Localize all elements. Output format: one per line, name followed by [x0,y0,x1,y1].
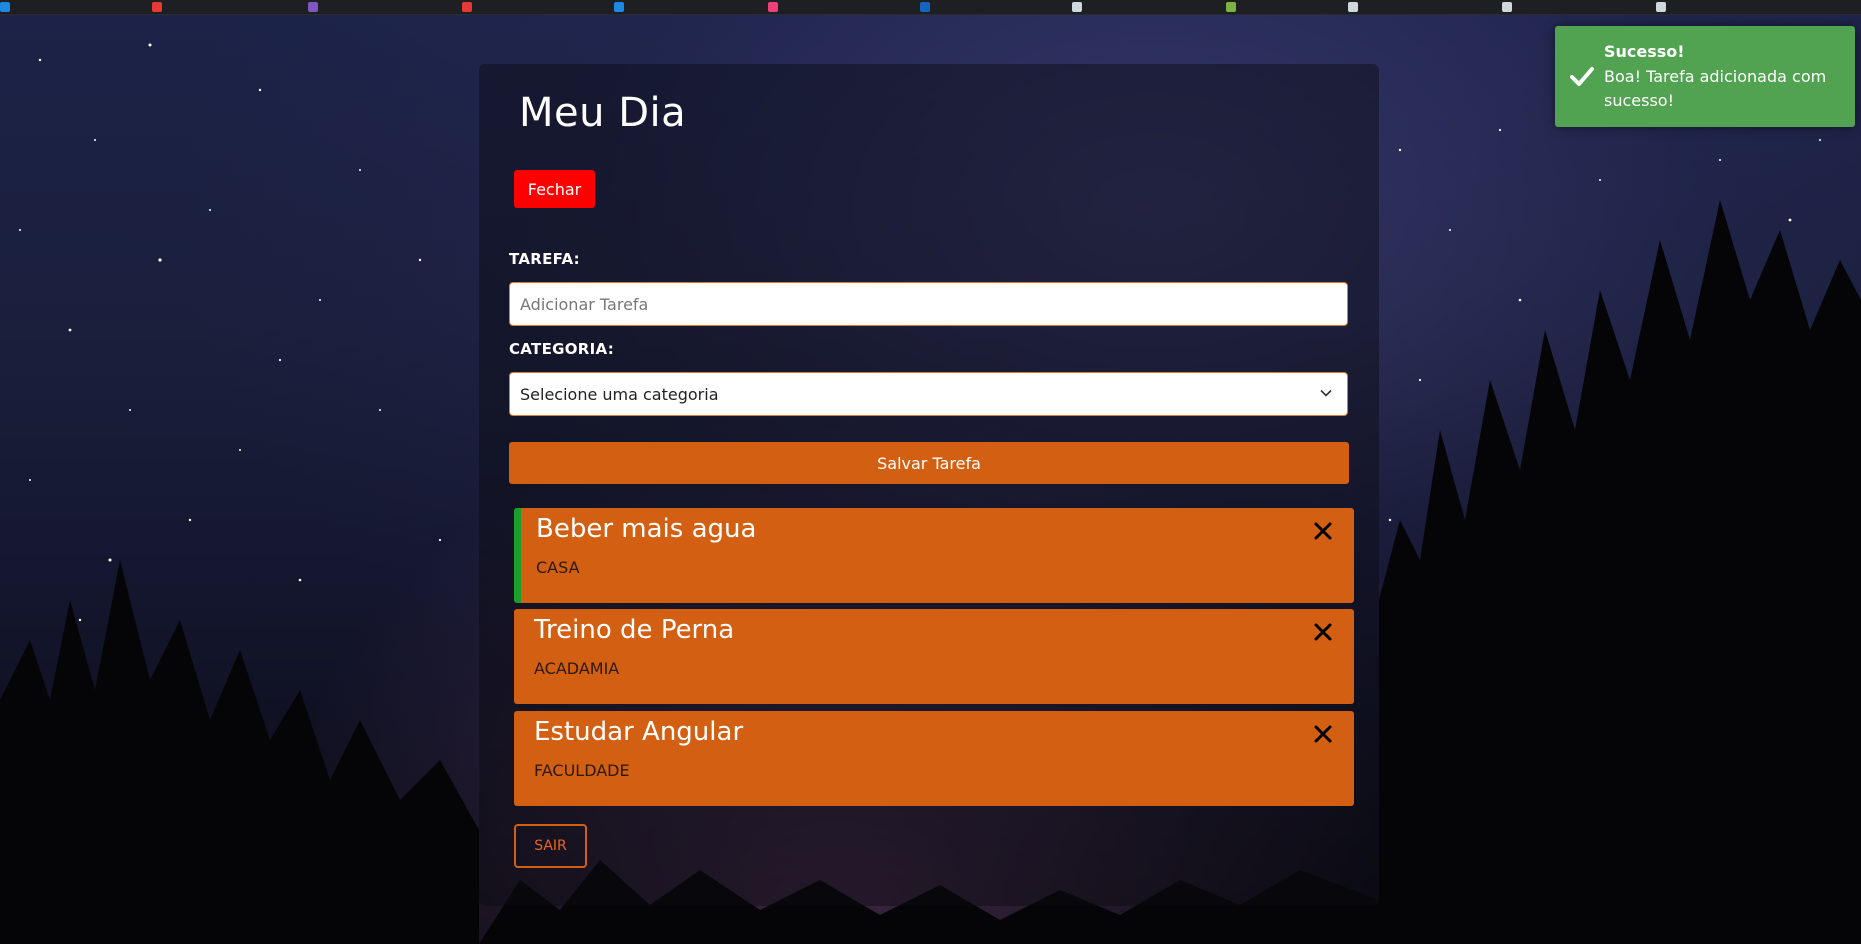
close-icon[interactable] [1312,520,1334,542]
toast-title: Sucesso! [1604,42,1685,61]
bookmark-favicon[interactable] [1656,2,1666,12]
bookmark-favicon[interactable] [1226,2,1236,12]
logout-button[interactable]: SAIR [514,824,587,868]
bookmark-favicon[interactable] [1072,2,1082,12]
bookmark-favicon[interactable] [614,2,624,12]
task-title: Beber mais agua [536,514,757,544]
bookmark-favicon[interactable] [308,2,318,12]
check-icon [1570,67,1594,86]
close-button[interactable]: Fechar [514,170,595,208]
task-title: Estudar Angular [534,717,744,747]
task-category: CASA [536,558,580,577]
bookmark-favicon[interactable] [1348,2,1358,12]
bookmark-favicon[interactable] [768,2,778,12]
category-field-label: CATEGORIA: [509,340,615,358]
bookmark-favicon[interactable] [462,2,472,12]
task-category: FACULDADE [534,761,630,780]
task-card[interactable]: Beber mais agua CASA [514,508,1354,603]
task-title: Treino de Perna [534,615,735,645]
task-field-label: TAREFA: [509,250,580,268]
page-title: Meu Dia [519,90,687,136]
close-icon[interactable] [1312,723,1334,745]
task-card[interactable]: Estudar Angular FACULDADE [514,711,1354,806]
bookmark-favicon[interactable] [152,2,162,12]
save-task-button[interactable]: Salvar Tarefa [509,442,1349,484]
task-input[interactable] [509,282,1348,326]
bookmark-favicon[interactable] [920,2,930,12]
chevron-down-icon [1320,389,1332,397]
task-card[interactable]: Treino de Perna ACADAMIA [514,609,1354,704]
browser-bookmarks-bar [0,0,1861,15]
category-select[interactable]: Selecione uma categoria [509,372,1348,416]
success-toast[interactable]: Sucesso! Boa! Tarefa adicionada com suce… [1555,26,1855,127]
close-icon[interactable] [1312,621,1334,643]
bookmark-favicon[interactable] [0,2,10,12]
toast-message: Boa! Tarefa adicionada com sucesso! [1604,67,1827,110]
task-category: ACADAMIA [534,659,620,678]
category-select-value: Selecione uma categoria [520,384,719,404]
bookmark-favicon[interactable] [1502,2,1512,12]
